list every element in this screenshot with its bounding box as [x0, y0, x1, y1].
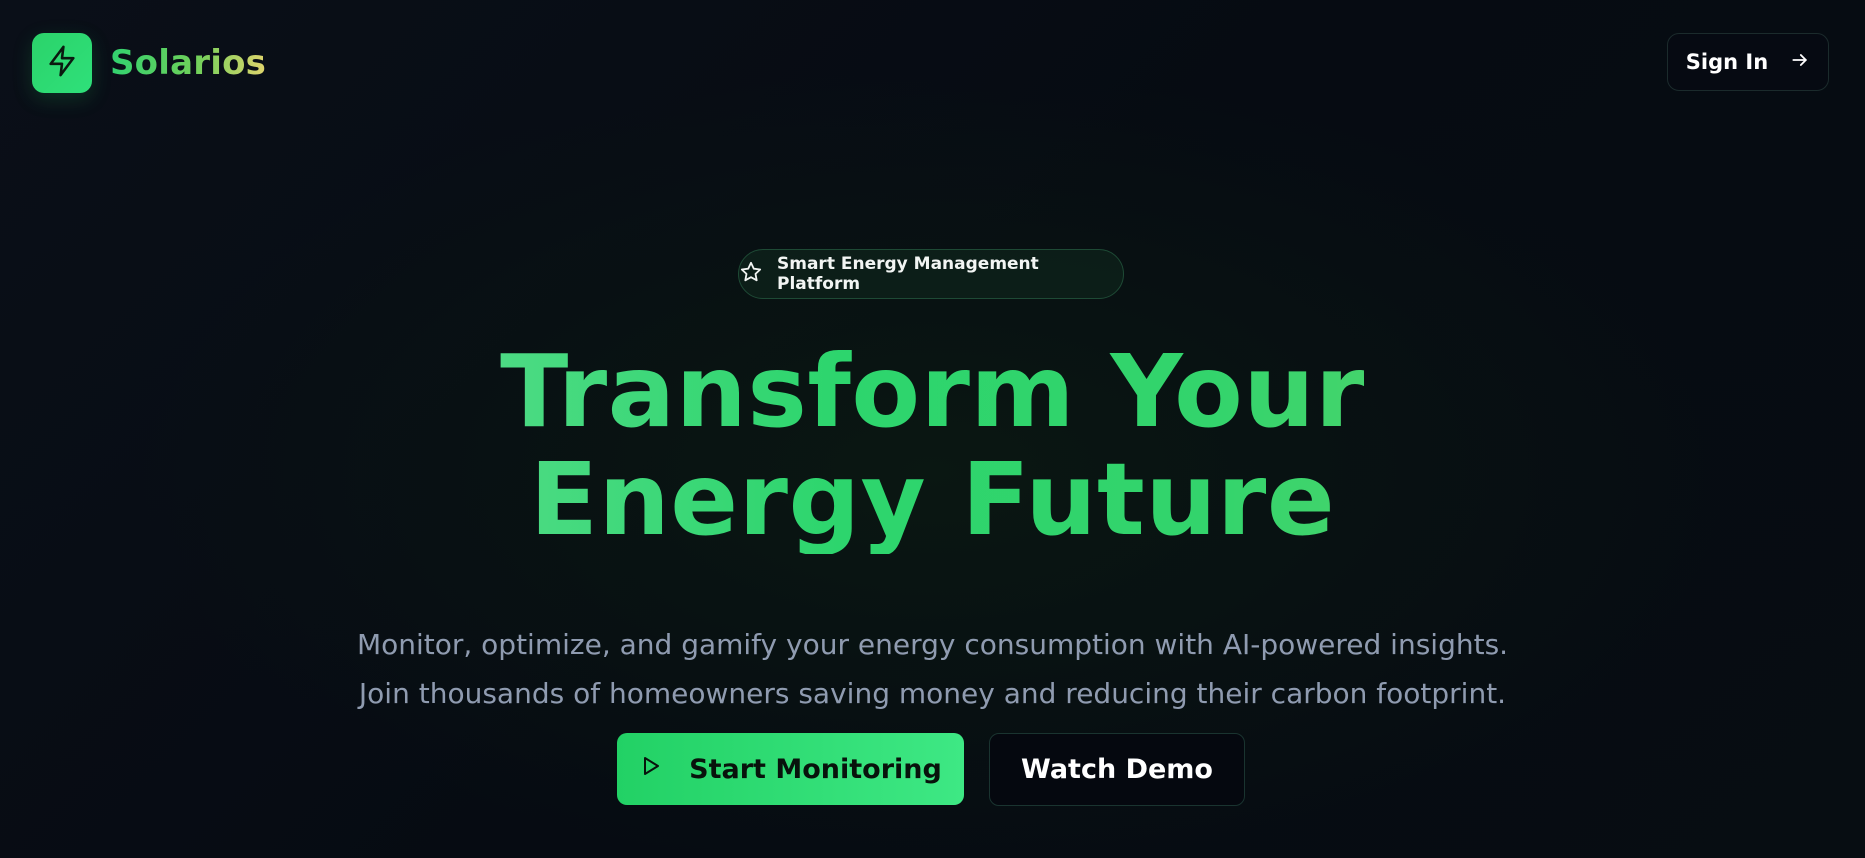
start-monitoring-label: Start Monitoring: [689, 753, 942, 785]
hero-subtext: Monitor, optimize, and gamify your energ…: [0, 620, 1865, 718]
arrow-right-icon: [1790, 50, 1810, 75]
subtext-line-2: Join thousands of homeowners saving mone…: [358, 677, 1507, 710]
headline-line-1: Transform Your: [0, 338, 1865, 446]
hero-headline: Transform Your Energy Future: [0, 338, 1865, 554]
headline-line-2: Energy Future: [0, 446, 1865, 554]
brand[interactable]: Solarios: [32, 33, 266, 93]
watch-demo-button[interactable]: Watch Demo: [989, 733, 1245, 806]
sign-in-label: Sign In: [1685, 50, 1769, 74]
star-icon: [739, 260, 763, 289]
watch-demo-label: Watch Demo: [1021, 754, 1213, 785]
subtext-line-1: Monitor, optimize, and gamify your energ…: [356, 628, 1509, 661]
start-monitoring-button[interactable]: Start Monitoring: [617, 733, 964, 805]
play-icon: [639, 754, 663, 785]
platform-badge: Smart Energy Management Platform: [738, 249, 1124, 299]
sign-in-button[interactable]: Sign In: [1667, 33, 1829, 91]
lightning-bolt-icon: [45, 44, 79, 82]
badge-label: Smart Energy Management Platform: [777, 254, 1039, 294]
logo-tile: [32, 33, 92, 93]
brand-name: Solarios: [110, 43, 267, 83]
